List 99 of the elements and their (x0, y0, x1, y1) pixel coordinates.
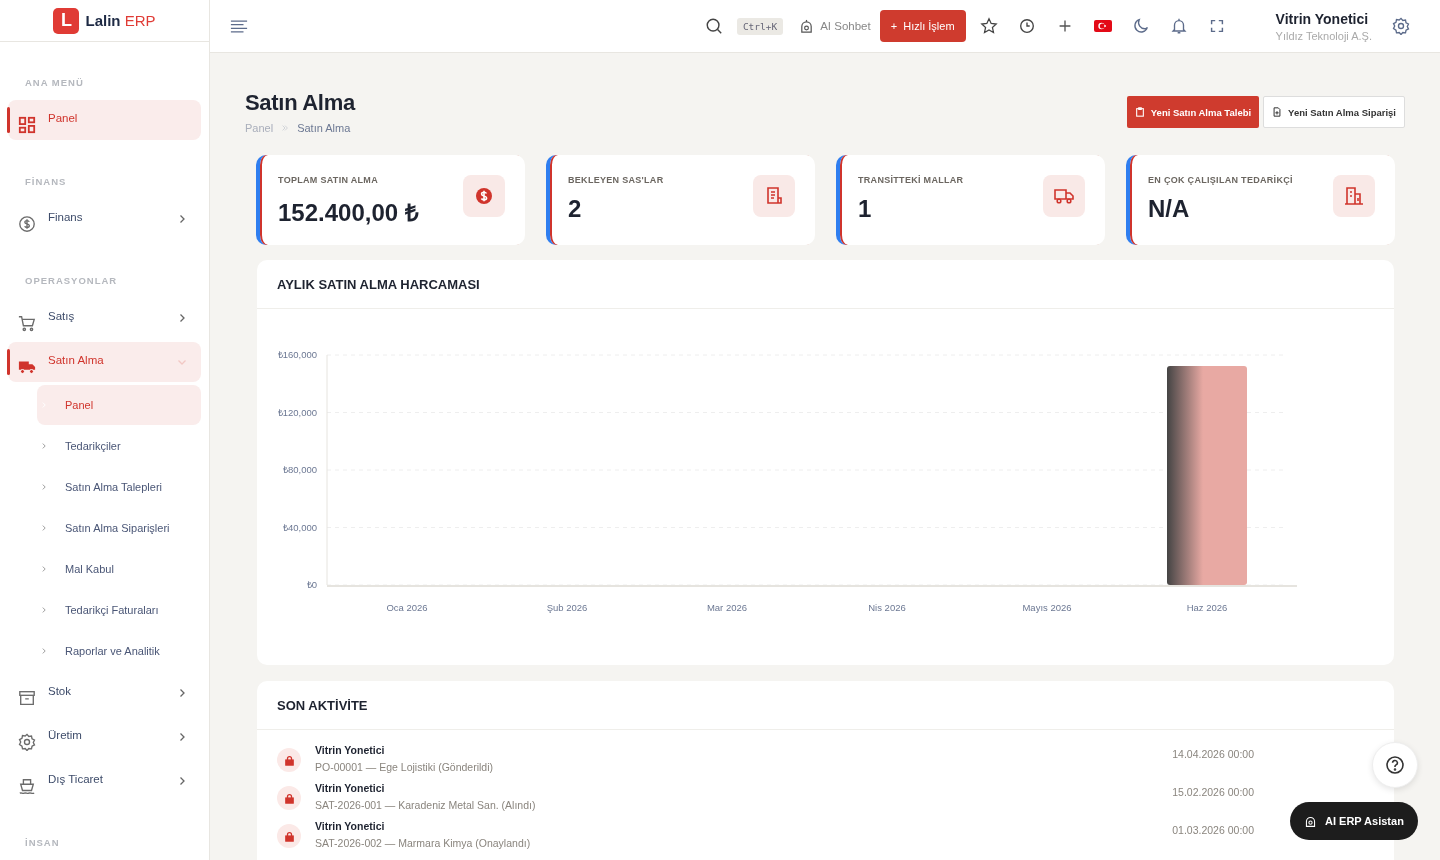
axis-tick-label: ₺40,000 (282, 521, 317, 533)
chevron-icon (177, 357, 187, 367)
chevron-icon (177, 688, 187, 698)
sidebar-item[interactable]: Finans (8, 199, 201, 239)
chevron-icon (177, 214, 187, 224)
submenu-item[interactable]: Panel (37, 385, 201, 425)
chevron-icon (177, 313, 187, 323)
axis-tick-label: ₺80,000 (282, 464, 317, 475)
settings-icon[interactable] (1392, 17, 1410, 35)
activity-user: Vitrin Yonetici (315, 744, 386, 756)
card-title: AYLIK SATIN ALMA HARCAMASI (277, 276, 480, 292)
sidebar-item[interactable]: Dış Ticaret (8, 761, 201, 801)
stat-label: BEKLEYEN SAS'LAR (568, 175, 664, 185)
clock-icon[interactable] (1017, 17, 1036, 35)
breadcrumb-item: Satın Alma (297, 122, 351, 134)
section-title: FİNANS (24, 175, 68, 189)
ai-chat-button[interactable]: AI Sohbet (799, 18, 871, 34)
chevron-icon (40, 483, 48, 491)
submenu-item[interactable]: Satın Alma Siparişleri (37, 508, 201, 548)
axis-tick-label: Mar 2026 (706, 602, 748, 613)
doc-icon (753, 175, 795, 217)
stat-label: TOPLAM SATIN ALMA (278, 175, 379, 185)
axis-tick-label: Nis 2026 (868, 602, 906, 613)
menu-icon[interactable] (230, 19, 248, 33)
submenu-item[interactable]: Tedarikçiler (37, 426, 201, 466)
ship-icon (18, 777, 36, 795)
submenu-item[interactable]: Tedarikçi Faturaları (37, 590, 201, 630)
axis-tick-label: ₺160,000 (277, 349, 317, 360)
action-button[interactable]: Yeni Satın Alma Talebi (1126, 96, 1260, 128)
stat-value: N/A (1148, 195, 1191, 223)
submenu-item[interactable]: Raporlar ve Analitik (37, 631, 201, 671)
search-icon[interactable] (704, 17, 723, 35)
section-title: İNSAN (24, 836, 61, 850)
chevron-icon (40, 442, 48, 450)
archive-icon (18, 689, 36, 707)
axis-tick-label: Haz 2026 (1186, 602, 1228, 613)
page-title: Satın Alma (245, 90, 355, 116)
company-name: Yıldız Teknoloji A.Ş. (1275, 29, 1372, 42)
stat-value: 2 (568, 195, 583, 223)
building-icon (1333, 175, 1375, 217)
coin-icon (18, 215, 36, 233)
bell-icon[interactable] (1169, 17, 1188, 35)
activity-user: Vitrin Yonetici (315, 820, 386, 832)
axis-tick-label: Şub 2026 (546, 602, 588, 613)
submenu-item[interactable]: Mal Kabul (37, 549, 201, 589)
robot-icon (1304, 814, 1317, 828)
document-plus-icon (1272, 107, 1283, 117)
help-icon (1385, 755, 1405, 775)
stat-value: 1 (858, 195, 873, 223)
chevron-icon (40, 606, 48, 614)
section-title: OPERASYONLAR (24, 274, 119, 288)
brand-name: Lalin ERP (85, 12, 156, 29)
logo-mark: L (53, 7, 80, 34)
lock-icon (277, 824, 301, 848)
shortcut-hint: Ctrl+K (736, 17, 784, 35)
chevron-icon (177, 732, 187, 742)
card-title: SON AKTİVİTE (277, 697, 368, 713)
activity-time: 01.03.2026 00:00 (1172, 824, 1254, 836)
activity-text: PO-00001 — Ege Lojistiki (Gönderildi) (315, 761, 494, 773)
lock-icon (277, 748, 301, 772)
activity-text: SAT-2026-001 — Karadeniz Metal San. (Alındı) (315, 799, 537, 811)
activity-user: Vitrin Yonetici (315, 782, 386, 794)
action-button[interactable]: Yeni Satın Alma Siparişi (1263, 96, 1405, 128)
user-name: Vitrin Yonetici (1275, 10, 1370, 27)
chevron-icon (281, 124, 290, 132)
truck-icon (1043, 175, 1085, 217)
activity-text: SAT-2026-002 — Marmara Kimya (Onaylandı) (315, 837, 532, 849)
chevron-icon (40, 647, 48, 655)
sidebar-item[interactable]: Panel (8, 100, 201, 140)
sidebar-item[interactable]: Satın Alma (8, 342, 201, 382)
section-title: ANA MENÜ (24, 76, 85, 90)
cart-icon (18, 314, 36, 332)
stat-label: EN ÇOK ÇALIŞILAN TEDARİKÇİ (1148, 175, 1293, 185)
robot-icon (799, 18, 815, 34)
axis-tick-label: Oca 2026 (386, 602, 428, 613)
stat-label: TRANSİTTEKİ MALLAR (858, 175, 964, 185)
sidebar-item[interactable]: Satış (8, 298, 201, 338)
flag-icon[interactable] (1093, 20, 1112, 32)
chevron-icon (40, 524, 48, 532)
stat-value: 152.400,00 ₺ (278, 198, 419, 228)
activity-time: 15.02.2026 00:00 (1172, 786, 1254, 798)
axis-tick-label: ₺0 (306, 579, 317, 590)
grid-icon (18, 116, 36, 134)
assistant-button[interactable]: AI ERP Asistan (1290, 802, 1418, 840)
sidebar-item[interactable]: Stok (8, 673, 201, 713)
axis-tick-label: Mayıs 2026 (1022, 602, 1072, 613)
gear-icon (18, 733, 36, 751)
activity-time: 14.04.2026 00:00 (1172, 748, 1254, 760)
coin-icon (463, 175, 505, 217)
sidebar-item[interactable]: Üretim (8, 717, 201, 757)
axis-tick-label: ₺120,000 (277, 406, 317, 418)
chevron-icon (177, 776, 187, 786)
quick-action-button[interactable]: + Hızlı İşlem (879, 10, 966, 42)
moon-icon[interactable] (1131, 17, 1150, 35)
clipboard-icon (1134, 107, 1145, 117)
chevron-icon (40, 565, 48, 573)
lock-icon (277, 786, 301, 810)
submenu-item[interactable]: Satın Alma Talepleri (37, 467, 201, 507)
star-icon[interactable] (979, 17, 998, 35)
